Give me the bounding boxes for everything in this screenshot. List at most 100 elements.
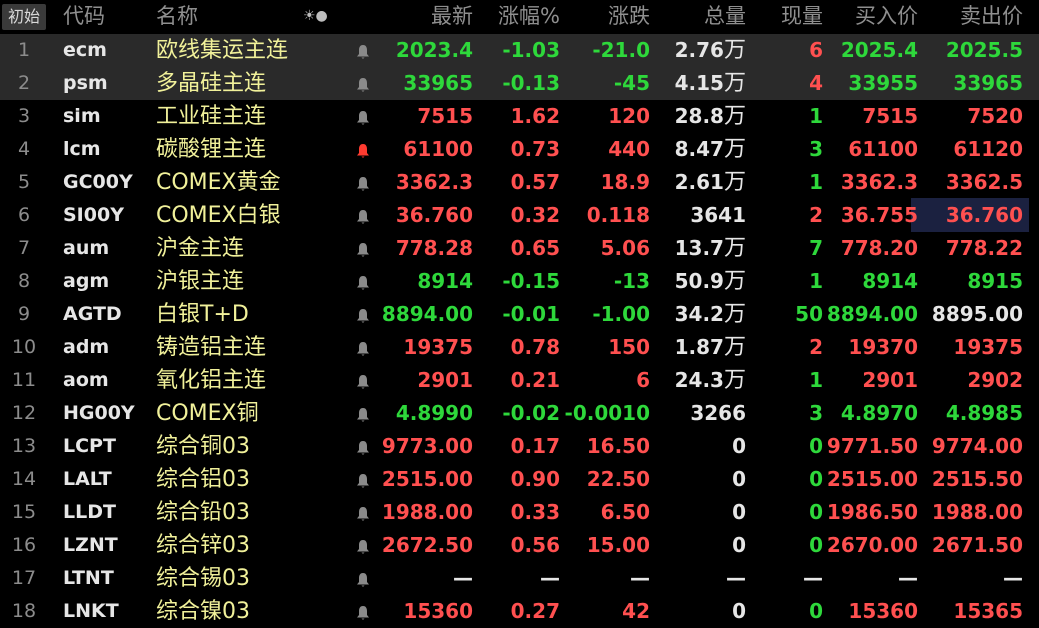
contract-code[interactable]: agm <box>63 265 153 298</box>
contract-name[interactable]: 沪金主连 <box>156 232 306 265</box>
alert-bell-icon[interactable] <box>350 562 376 595</box>
contract-name[interactable]: 综合铝03 <box>156 463 306 496</box>
table-row[interactable]: 4 lcm 碳酸锂主连 61100 0.73 440 8.47万 3 61100 61120 <box>0 133 1039 166</box>
table-row[interactable]: 16 LZNT 综合锌03 2672.50 0.56 15.00 0 0 2670.00 2671… <box>0 529 1039 562</box>
alert-bell-icon[interactable] <box>350 496 376 529</box>
contract-name[interactable]: 氧化铝主连 <box>156 364 306 397</box>
bid-price: 8894.00 <box>826 302 918 326</box>
contract-code[interactable]: SI00Y <box>63 199 153 232</box>
alert-bell-icon[interactable] <box>350 595 376 628</box>
change-percent: 0.32 <box>510 203 560 227</box>
contract-code[interactable]: LLDT <box>63 496 153 529</box>
table-row[interactable]: 6 SI00Y COMEX白银 36.760 0.32 0.118 3641 2 36.755 3… <box>0 198 1039 232</box>
contract-code[interactable]: GC00Y <box>63 166 153 199</box>
alert-bell-icon[interactable] <box>350 331 376 364</box>
contract-name[interactable]: 综合铜03 <box>156 430 306 463</box>
alert-bell-icon[interactable] <box>350 265 376 298</box>
change-percent: -0.02 <box>502 401 560 425</box>
column-header-cur[interactable]: 现量 <box>781 0 823 33</box>
contract-code[interactable]: adm <box>63 331 153 364</box>
alert-bell-icon[interactable] <box>350 100 376 133</box>
table-row[interactable]: 17 LTNT 综合锡03 — — — — — — — <box>0 562 1039 595</box>
table-row[interactable]: 1 ecm 欧线集运主连 2023.4 -1.03 -21.0 2.76万 6 2025.4 20… <box>0 34 1039 67</box>
contract-name[interactable]: 白银T+D <box>156 298 306 331</box>
table-row[interactable]: 11 aom 氧化铝主连 2901 0.21 6 24.3万 1 2901 2902 <box>0 364 1039 397</box>
volume-value: 1.87 <box>674 335 724 359</box>
table-row[interactable]: 7 aum 沪金主连 778.28 0.65 5.06 13.7万 7 778.20 778.22 <box>0 232 1039 265</box>
contract-name[interactable]: 沪银主连 <box>156 265 306 298</box>
table-row[interactable]: 12 HG00Y COMEX铜 4.8990 -0.02 -0.0010 3266 3 4.89… <box>0 397 1039 430</box>
alert-bell-icon[interactable] <box>350 529 376 562</box>
contract-code[interactable]: LNKT <box>63 595 153 628</box>
alert-bell-icon[interactable] <box>350 34 376 67</box>
alert-bell-icon[interactable] <box>350 397 376 430</box>
current-volume: 0 <box>809 434 823 458</box>
table-row[interactable]: 14 LALT 综合铝03 2515.00 0.90 22.50 0 0 2515.00 2515… <box>0 463 1039 496</box>
table-row[interactable]: 18 LNKT 综合镍03 15360 0.27 42 0 0 15360 15365 <box>0 595 1039 628</box>
alert-bell-icon[interactable] <box>350 463 376 496</box>
alert-bell-icon[interactable] <box>350 232 376 265</box>
alert-bell-icon[interactable] <box>350 199 376 232</box>
contract-name[interactable]: 综合镍03 <box>156 595 306 628</box>
contract-name[interactable]: 欧线集运主连 <box>156 34 306 67</box>
table-row[interactable]: 15 LLDT 综合铅03 1988.00 0.33 6.50 0 0 1986.50 1988.… <box>0 496 1039 529</box>
contract-code[interactable]: HG00Y <box>63 397 153 430</box>
contract-code[interactable]: sim <box>63 100 153 133</box>
contract-name[interactable]: COMEX铜 <box>156 397 306 430</box>
alert-bell-icon[interactable] <box>350 298 376 331</box>
contract-code[interactable]: LALT <box>63 463 153 496</box>
contract-code[interactable]: AGTD <box>63 298 153 331</box>
volume-unit: 万 <box>723 104 746 129</box>
table-row[interactable]: 2 psm 多晶硅主连 33965 -0.13 -45 4.15万 4 33955 33965 <box>0 67 1039 100</box>
contract-name[interactable]: 综合铅03 <box>156 496 306 529</box>
contract-code[interactable]: psm <box>63 67 153 100</box>
row-index: 12 <box>11 402 37 424</box>
alert-bell-icon[interactable] <box>350 166 376 199</box>
contract-name[interactable]: 多晶硅主连 <box>156 67 306 100</box>
table-row[interactable]: 5 GC00Y COMEX黄金 3362.3 0.57 18.9 2.61万 1 3362.3 3… <box>0 166 1039 199</box>
contract-name[interactable]: COMEX黄金 <box>156 166 306 199</box>
column-header-name[interactable]: 名称 <box>156 0 198 33</box>
last-price: 778.28 <box>395 236 473 260</box>
reset-button[interactable]: 初始 <box>2 4 47 30</box>
contract-name[interactable]: 工业硅主连 <box>156 100 306 133</box>
table-row[interactable]: 9 AGTD 白银T+D 8894.00 -0.01 -1.00 34.2万 50 8894.0… <box>0 298 1039 331</box>
change-percent: 0.78 <box>510 335 560 359</box>
contract-code[interactable]: aum <box>63 232 153 265</box>
column-header-pct[interactable]: 涨幅% <box>498 0 560 33</box>
contract-name[interactable]: 铸造铝主连 <box>156 331 306 364</box>
contract-code[interactable]: ecm <box>63 34 153 67</box>
alert-bell-icon[interactable] <box>350 430 376 463</box>
alert-bell-icon[interactable] <box>350 364 376 397</box>
contract-name[interactable]: 碳酸锂主连 <box>156 133 306 166</box>
contract-name[interactable]: 综合锡03 <box>156 562 306 595</box>
column-header-ask[interactable]: 卖出价 <box>960 0 1023 33</box>
table-row[interactable]: 3 sim 工业硅主连 7515 1.62 120 28.8万 1 7515 7520 <box>0 100 1039 133</box>
ask-price: 8915 <box>967 269 1023 293</box>
column-header-chg[interactable]: 涨跌 <box>608 0 650 33</box>
current-volume: 3 <box>809 401 823 425</box>
contract-name[interactable]: COMEX白银 <box>156 199 306 232</box>
contract-code[interactable]: lcm <box>63 133 153 166</box>
current-volume: — <box>803 566 823 590</box>
column-header-bid[interactable]: 买入价 <box>855 0 918 33</box>
alert-bell-icon[interactable] <box>350 133 376 166</box>
column-header-vol[interactable]: 总量 <box>704 0 746 33</box>
contract-code[interactable]: LZNT <box>63 529 153 562</box>
contract-code[interactable]: LTNT <box>63 562 153 595</box>
total-volume: 1.87万 <box>675 331 746 364</box>
change-amount: 6.50 <box>600 500 650 524</box>
contract-name[interactable]: 综合锌03 <box>156 529 306 562</box>
contract-code[interactable]: LCPT <box>63 430 153 463</box>
contract-code[interactable]: aom <box>63 364 153 397</box>
table-row[interactable]: 10 adm 铸造铝主连 19375 0.78 150 1.87万 2 19370 19375 <box>0 331 1039 364</box>
alert-bell-icon[interactable] <box>350 67 376 100</box>
column-header-code[interactable]: 代码 <box>63 0 105 33</box>
total-volume: 8.47万 <box>675 133 746 166</box>
volume-value: 2.61 <box>674 170 724 194</box>
column-header-last[interactable]: 最新 <box>431 0 473 33</box>
table-row[interactable]: 8 agm 沪银主连 8914 -0.15 -13 50.9万 1 8914 8915 <box>0 265 1039 298</box>
ask-price: 36.760 <box>945 203 1023 227</box>
table-row[interactable]: 13 LCPT 综合铜03 9773.00 0.17 16.50 0 0 9771.50 9774… <box>0 430 1039 463</box>
split-toggle-icon[interactable]: ☀● <box>303 0 328 33</box>
